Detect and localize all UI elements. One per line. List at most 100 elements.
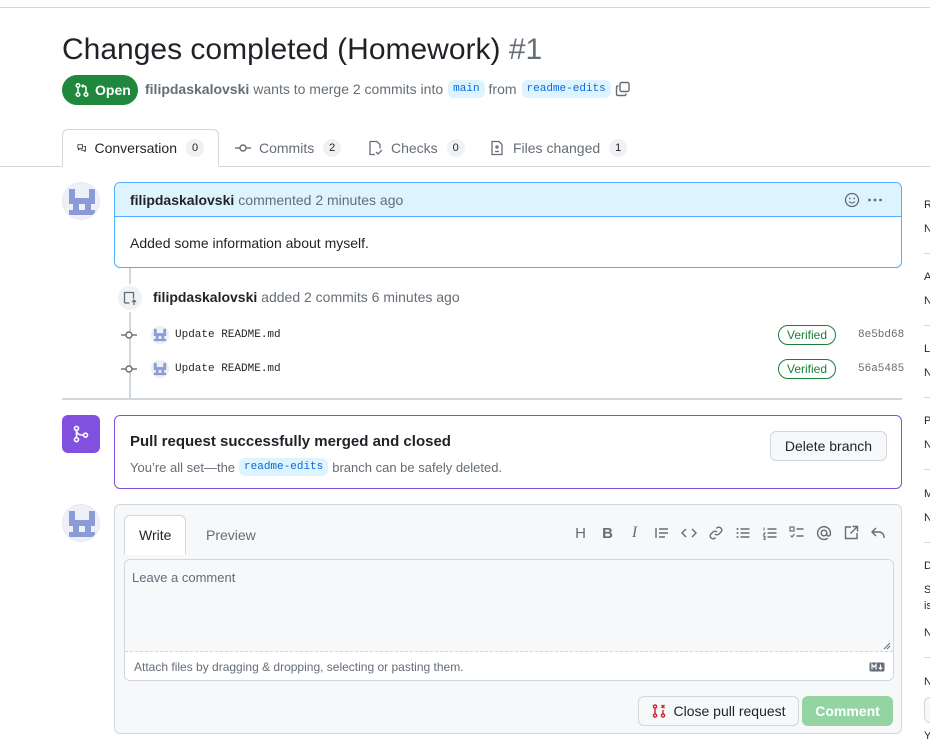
- verified-badge[interactable]: Verified: [778, 325, 837, 345]
- sidebar-divider: [924, 253, 930, 254]
- tab-commits-label: Commits: [259, 140, 315, 156]
- sidebar-development-value: N: [924, 627, 930, 639]
- identicon-icon: [151, 326, 169, 344]
- task-list-icon[interactable]: [783, 523, 810, 543]
- unordered-list-icon[interactable]: [729, 523, 756, 543]
- tab-files-changed-count: 1: [609, 139, 628, 157]
- commit-icon: [235, 144, 251, 152]
- sidebar-divider: [924, 542, 930, 543]
- sidebar-milestone-value: N: [924, 512, 930, 524]
- sidebar-notifications-heading[interactable]: N: [924, 676, 930, 688]
- commit-message-link[interactable]: Update README.md: [175, 329, 281, 341]
- tab-conversation[interactable]: Conversation 0: [62, 129, 219, 167]
- close-pull-request-label: Close pull request: [673, 703, 786, 719]
- smiley-icon[interactable]: [844, 192, 860, 208]
- sidebar-projects-value: N: [924, 439, 930, 451]
- timeline-divider: [62, 398, 902, 400]
- git-pull-request-closed-icon: [653, 704, 666, 718]
- close-pull-request-button[interactable]: Close pull request: [638, 696, 799, 726]
- italic-icon[interactable]: I: [621, 523, 648, 543]
- tab-checks-label: Checks: [391, 140, 438, 156]
- ordered-list-icon[interactable]: [756, 523, 783, 543]
- comment-card: filipdaskalovski commented 2 minutes ago…: [114, 182, 902, 268]
- base-branch-label[interactable]: main: [448, 80, 485, 98]
- pr-meta: filipdaskalovski wants to merge 2 commit…: [145, 80, 631, 98]
- pr-title: Changes completed (Homework) #1: [62, 32, 542, 68]
- commit-author-avatar[interactable]: [151, 360, 169, 378]
- tab-files-changed[interactable]: Files changed 1: [489, 129, 628, 167]
- sidebar-assignees-heading[interactable]: A: [924, 271, 930, 283]
- delete-branch-button[interactable]: Delete branch: [770, 431, 887, 461]
- kebab-horizontal-icon[interactable]: [867, 192, 883, 208]
- copy-icon[interactable]: [615, 81, 631, 97]
- sidebar-divider: [924, 325, 930, 326]
- sidebar-development-heading[interactable]: D: [924, 560, 930, 572]
- bold-icon[interactable]: B: [594, 523, 621, 543]
- heading-icon[interactable]: H: [567, 523, 594, 543]
- tab-preview[interactable]: Preview: [192, 515, 270, 555]
- tab-checks[interactable]: Checks 0: [367, 129, 465, 167]
- checklist-icon: [369, 140, 383, 156]
- comment-textarea[interactable]: [125, 560, 893, 652]
- commit-author-avatar[interactable]: [151, 326, 169, 344]
- verified-badge[interactable]: Verified: [778, 359, 837, 379]
- current-user-avatar[interactable]: [62, 504, 100, 542]
- markdown-toolbar: H B I: [567, 523, 891, 543]
- mention-icon[interactable]: [810, 523, 837, 543]
- comment-timestamp[interactable]: commented 2 minutes ago: [238, 192, 403, 208]
- comment-body: Added some information about myself.: [130, 235, 369, 251]
- identicon-icon: [151, 360, 169, 378]
- comment-submit-button[interactable]: Comment: [802, 696, 893, 726]
- merged-status-badge: [62, 415, 100, 453]
- commits-event-text: filipdaskalovski added 2 commits 6 minut…: [153, 289, 460, 305]
- commit-message-link[interactable]: Update README.md: [175, 363, 281, 375]
- quote-icon[interactable]: [648, 523, 675, 543]
- pr-tabs: Conversation 0 Commits 2 Checks 0 Files …: [0, 129, 930, 167]
- code-icon[interactable]: [675, 523, 702, 543]
- head-branch-label[interactable]: readme-edits: [521, 80, 611, 98]
- sidebar-labels-value: N: [924, 367, 930, 379]
- cross-reference-icon[interactable]: [837, 523, 864, 543]
- pr-meta-text: wants to merge 2 commits into: [253, 81, 444, 97]
- pr-state-label: Open: [95, 82, 131, 98]
- commit-icon: [121, 365, 137, 373]
- sidebar-reviewers-heading[interactable]: R: [924, 199, 930, 211]
- sidebar-development-text: S: [924, 584, 930, 596]
- identicon-icon: [63, 183, 99, 219]
- sidebar-labels-heading[interactable]: L: [924, 343, 930, 355]
- git-pull-request-icon: [75, 82, 89, 98]
- sidebar-divider: [924, 469, 930, 470]
- commit-sha-link[interactable]: 8e5bd68: [858, 329, 904, 341]
- merged-branch-label[interactable]: readme-edits: [239, 458, 329, 476]
- markdown-icon[interactable]: [869, 662, 885, 672]
- conversation-icon: [77, 144, 86, 153]
- sidebar-reviewers-value: N: [924, 223, 930, 235]
- comment-author-avatar[interactable]: [62, 182, 100, 220]
- repo-push-icon: [123, 291, 137, 305]
- comment-author-link[interactable]: filipdaskalovski: [130, 192, 234, 208]
- merge-status-subtitle: You’re all set—the readme-edits branch c…: [130, 458, 502, 476]
- pr-meta-from: from: [488, 81, 517, 97]
- commits-event-author[interactable]: filipdaskalovski: [153, 289, 257, 305]
- pr-author-link[interactable]: filipdaskalovski: [145, 81, 249, 97]
- sidebar-milestone-heading[interactable]: M: [924, 488, 930, 500]
- merge-status-card: Pull request successfully merged and clo…: [114, 415, 902, 489]
- sidebar-subscribe-button[interactable]: [924, 697, 930, 723]
- tab-write[interactable]: Write: [124, 515, 187, 555]
- tab-commits[interactable]: Commits 2: [235, 129, 342, 167]
- merge-status-title: Pull request successfully merged and clo…: [130, 433, 451, 450]
- merge-sub-prefix: You’re all set—the: [130, 459, 236, 475]
- commit-row: Update README.md Verified 8e5bd68: [120, 323, 904, 347]
- pr-title-text: Changes completed (Homework): [62, 33, 501, 66]
- comment-textarea-wrapper: Attach files by dragging & dropping, sel…: [124, 559, 894, 681]
- commits-event-badge: [116, 284, 144, 312]
- attach-files-hint[interactable]: Attach files by dragging & dropping, sel…: [134, 660, 464, 674]
- reply-icon[interactable]: [864, 523, 891, 543]
- git-merge-icon: [73, 425, 89, 443]
- commit-sha-link[interactable]: 56a5485: [858, 363, 904, 375]
- sidebar-projects-heading[interactable]: P: [924, 415, 930, 427]
- identicon-icon: [63, 505, 99, 541]
- resize-handle-icon[interactable]: [881, 640, 891, 650]
- sidebar-development-text-2: is: [924, 600, 930, 612]
- link-icon[interactable]: [702, 523, 729, 543]
